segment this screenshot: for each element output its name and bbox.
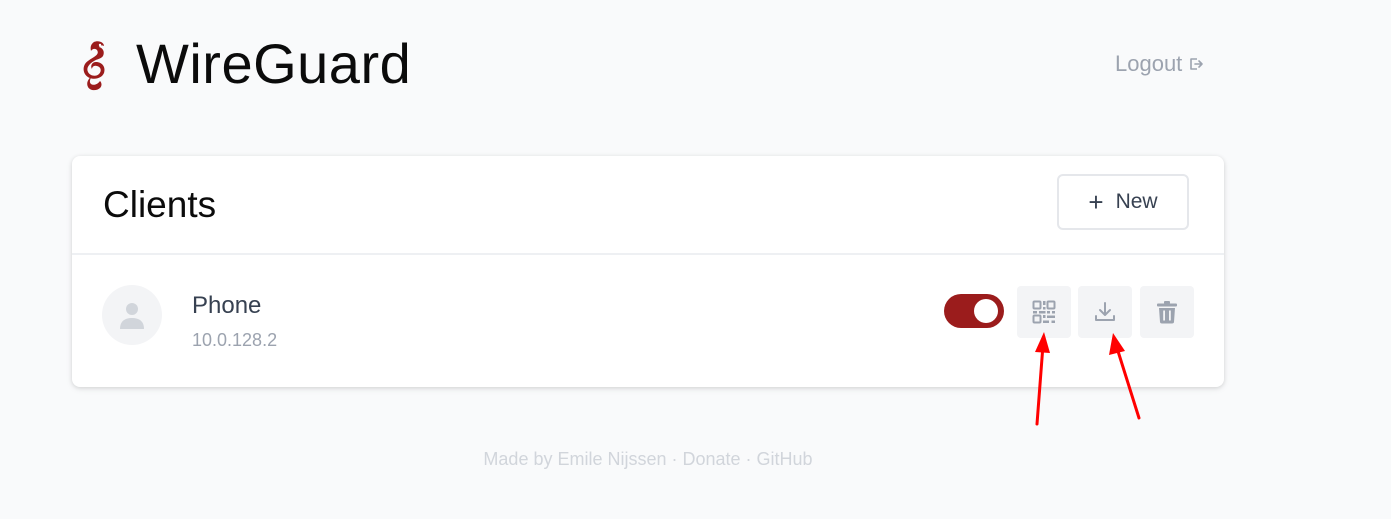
client-enable-toggle[interactable] <box>944 294 1004 328</box>
page: WireGuard Logout Clients + New Phone 10. <box>0 0 1391 519</box>
client-row: Phone 10.0.128.2 <box>72 255 1224 387</box>
show-qr-code-button[interactable] <box>1017 286 1071 338</box>
footer-made-by-link[interactable]: Made by Emile Nijssen <box>483 449 666 469</box>
footer-separator: · <box>666 449 683 469</box>
qr-code-icon <box>1032 300 1056 324</box>
toggle-knob <box>974 299 998 323</box>
client-avatar <box>102 285 162 345</box>
download-config-button[interactable] <box>1078 286 1132 338</box>
app-title: WireGuard <box>136 32 412 95</box>
footer: Made by Emile Nijssen · Donate · GitHub <box>0 447 1296 471</box>
card-header: Clients + New <box>72 156 1224 255</box>
logout-link[interactable]: Logout <box>1115 50 1204 78</box>
new-client-button[interactable]: + New <box>1057 174 1189 230</box>
logout-label: Logout <box>1115 51 1183 76</box>
footer-donate-link[interactable]: Donate <box>683 449 741 469</box>
card-title: Clients <box>103 184 217 225</box>
download-icon <box>1095 302 1115 321</box>
client-address: 10.0.128.2 <box>192 330 278 350</box>
wireguard-logo-icon <box>83 41 105 91</box>
logout-icon <box>1190 58 1204 70</box>
client-name: Phone <box>192 292 262 319</box>
user-icon <box>120 303 144 329</box>
new-button-label: New <box>1115 190 1158 213</box>
trash-icon <box>1157 301 1177 324</box>
footer-github-link[interactable]: GitHub <box>757 449 813 469</box>
clients-card: Clients + New Phone 10.0.128.2 <box>72 156 1224 387</box>
footer-separator: · <box>740 449 757 469</box>
delete-client-button[interactable] <box>1140 286 1194 338</box>
plus-icon: + <box>1088 187 1104 217</box>
